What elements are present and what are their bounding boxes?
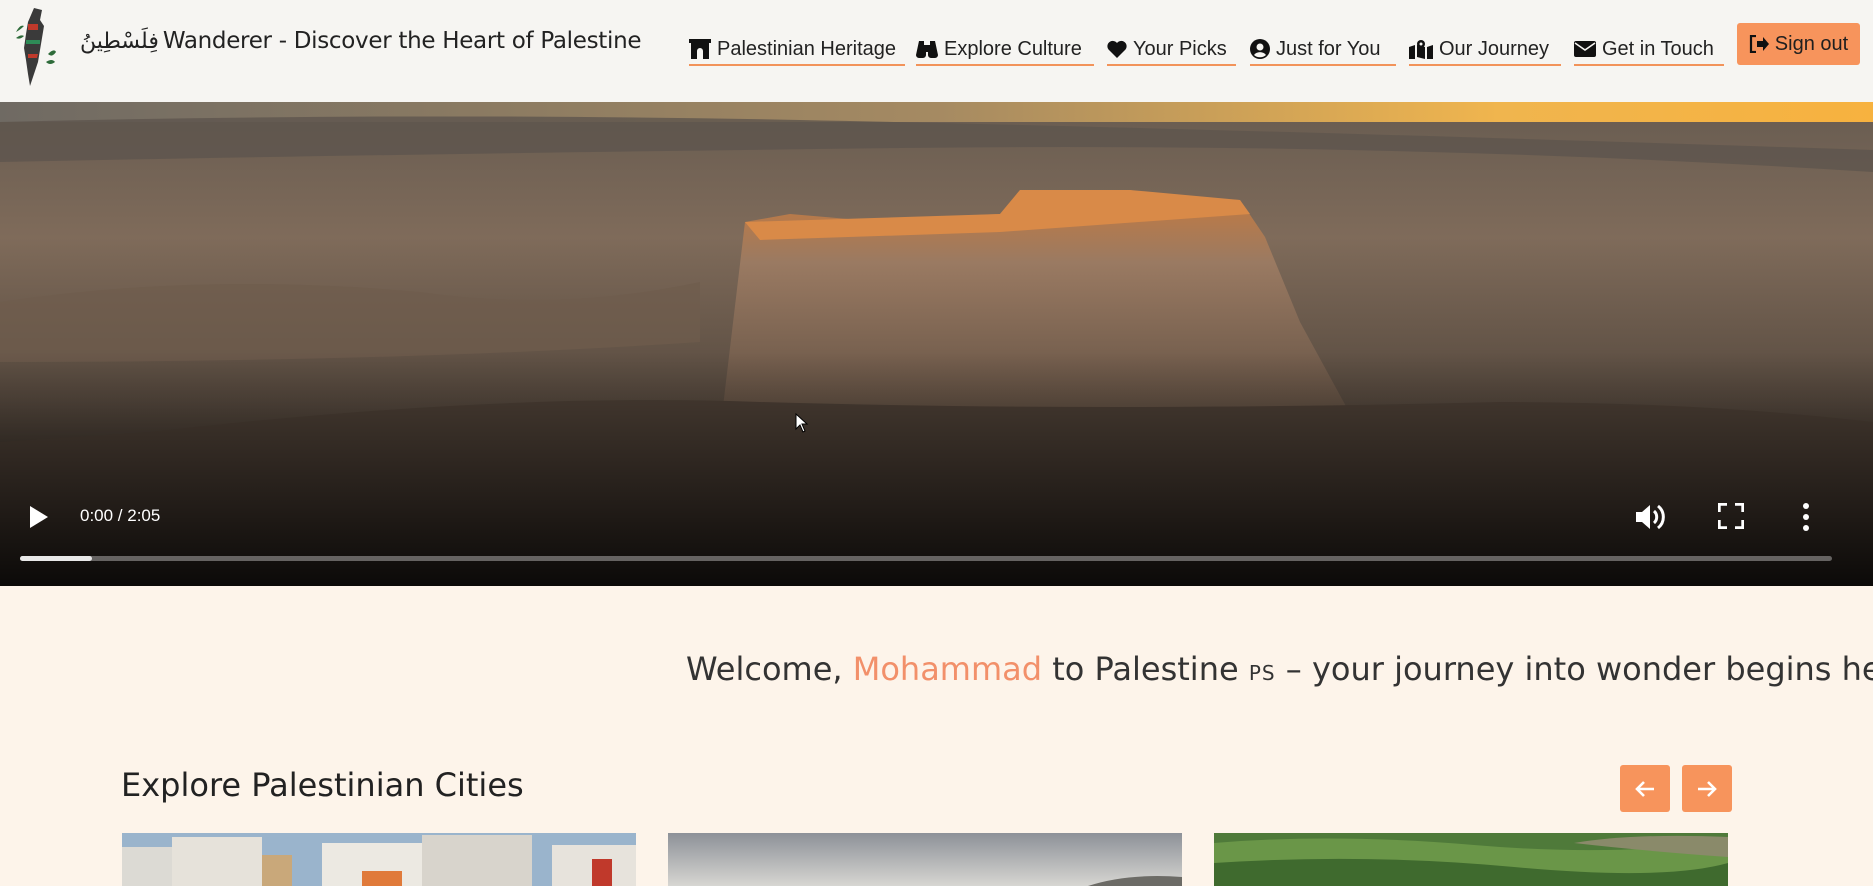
nav-label: Our Journey — [1439, 37, 1550, 60]
nav-label: Just for You — [1276, 37, 1381, 60]
nav-label: Palestinian Heritage — [717, 37, 896, 60]
nav-your-picks[interactable]: Your Picks — [1107, 34, 1236, 66]
nav-label: Get in Touch — [1602, 37, 1714, 60]
city-image — [668, 833, 1182, 886]
nav-label: Your Picks — [1133, 37, 1227, 60]
video-controls-gradient — [0, 572, 1873, 586]
video-progress-bar[interactable] — [20, 556, 1832, 561]
map-marked-icon — [1409, 40, 1433, 59]
brand-name: Wanderer - Discover the Heart of Palesti… — [162, 28, 642, 54]
welcome-message: Welcome, Mohammad to Palestine PS – your… — [686, 650, 1873, 688]
nav-palestinian-heritage[interactable]: Palestinian Heritage — [689, 34, 905, 66]
heart-icon — [1107, 40, 1127, 58]
nav-our-journey[interactable]: Our Journey — [1409, 34, 1561, 66]
hero-video[interactable] — [0, 102, 1873, 586]
nav-get-in-touch[interactable]: Get in Touch — [1574, 34, 1724, 66]
play-icon[interactable] — [28, 505, 50, 529]
brand-title[interactable]: فِلَسْطِينُ Wanderer - Discover the Heart… — [80, 28, 642, 54]
arrow-right-icon — [1698, 780, 1717, 797]
city-image — [1214, 833, 1728, 886]
mouse-cursor-icon — [795, 413, 809, 433]
user-circle-icon — [1250, 39, 1270, 59]
binoculars-icon — [916, 41, 938, 58]
video-time: 0:00 / 2:05 — [80, 506, 161, 525]
palestine-map-logo-icon[interactable] — [12, 4, 60, 86]
envelope-icon — [1574, 41, 1596, 57]
welcome-middle: to Palestine — [1042, 650, 1249, 688]
nav-label: Explore Culture — [944, 37, 1082, 60]
desert-landscape-image — [0, 102, 1873, 586]
archway-icon — [689, 39, 711, 59]
fullscreen-icon[interactable] — [1718, 503, 1744, 529]
welcome-suffix: – your journey into wonder begins here — [1275, 650, 1873, 688]
carousel-next-button[interactable] — [1682, 765, 1732, 812]
city-card[interactable] — [668, 833, 1182, 886]
sign-out-label: Sign out — [1774, 32, 1849, 55]
user-name: Mohammad — [852, 650, 1043, 688]
brand-arabic: فِلَسْطِينُ — [80, 29, 159, 54]
city-card[interactable] — [1214, 833, 1728, 886]
city-card[interactable] — [122, 833, 636, 886]
section-title-cities: Explore Palestinian Cities — [121, 766, 524, 804]
nav-explore-culture[interactable]: Explore Culture — [916, 34, 1094, 66]
volume-icon[interactable] — [1634, 502, 1668, 532]
arrow-left-icon — [1635, 780, 1654, 797]
sign-out-icon — [1749, 35, 1769, 53]
nav-just-for-you[interactable]: Just for You — [1250, 34, 1396, 66]
more-options-icon[interactable] — [1800, 502, 1812, 532]
site-header: فِلَسْطِينُ Wanderer - Discover the Heart… — [0, 0, 1873, 102]
carousel-prev-button[interactable] — [1620, 765, 1670, 812]
welcome-marquee: Welcome, Mohammad to Palestine PS – your… — [0, 640, 1873, 700]
sign-out-button[interactable]: Sign out — [1737, 23, 1860, 65]
city-image — [122, 833, 636, 886]
video-progress-fill — [20, 556, 93, 561]
country-code: PS — [1248, 661, 1276, 685]
welcome-prefix: Welcome, — [686, 650, 853, 688]
